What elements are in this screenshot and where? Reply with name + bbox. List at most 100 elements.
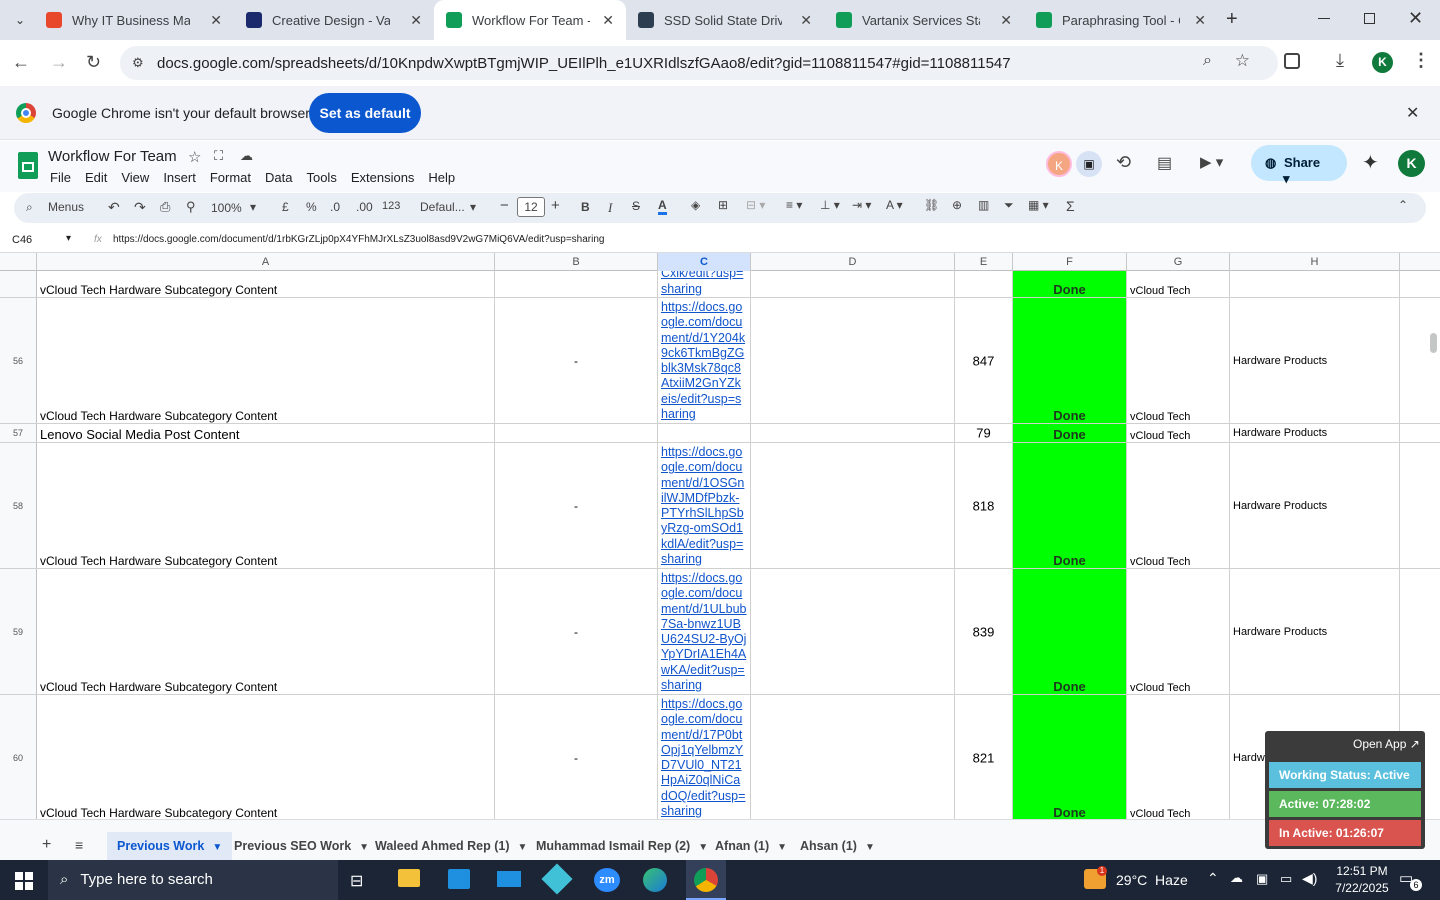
cell-b[interactable]: - <box>495 298 658 423</box>
version-history-icon[interactable]: ⟲ <box>1116 152 1131 173</box>
doc-link[interactable]: https://docs.google.com/document/d/1Y204… <box>658 298 750 422</box>
collapse-toolbar-icon[interactable]: ⌃ <box>1398 198 1408 212</box>
cell-b[interactable]: - <box>495 695 658 819</box>
cell-a[interactable]: vCloud Tech Hardware Subcategory Content <box>37 569 495 694</box>
tray-chevron-icon[interactable]: ⌃ <box>1207 870 1219 887</box>
chrome-taskbar-icon[interactable] <box>686 860 726 900</box>
comments-icon[interactable]: ▤ <box>1157 153 1172 173</box>
paint-format-icon[interactable]: ⚲ <box>186 199 196 215</box>
filter-icon[interactable]: ⏷ <box>1004 198 1014 213</box>
browser-tab[interactable]: SSD Solid State Drive Pr ✕ <box>626 0 824 40</box>
task-view-icon[interactable]: ⊟ <box>350 871 363 891</box>
sheet-tab[interactable]: Afnan (1) ▼ <box>705 832 797 862</box>
column-header-e[interactable]: E <box>955 253 1013 271</box>
sheet-tab-menu-icon[interactable]: ▼ <box>777 842 787 853</box>
cell-h[interactable]: Hardware Products <box>1230 298 1400 423</box>
reload-icon[interactable]: ↻ <box>86 52 101 73</box>
tab-search-icon[interactable]: ⌄ <box>10 10 30 30</box>
cell-c[interactable]: https://docs.google.com/document/d/1Y204… <box>658 298 751 423</box>
cell-g[interactable]: vCloud Tech <box>1127 443 1230 568</box>
align-horizontal-icon[interactable]: ≡ ▾ <box>786 198 802 212</box>
sheet-grid[interactable]: vCloud Tech Hardware Subcategory Content… <box>0 271 1440 819</box>
row-number[interactable]: 57 <box>0 424 37 442</box>
cell-g[interactable]: vCloud Tech <box>1127 298 1230 423</box>
cell-e[interactable]: 839 <box>955 569 1013 694</box>
cell-a[interactable]: Lenovo Social Media Post Content <box>37 424 495 442</box>
cell-e[interactable]: 818 <box>955 443 1013 568</box>
file-explorer-icon[interactable] <box>398 869 420 887</box>
sheet-tab[interactable]: Muhammad Ismail Rep (2) ▼ <box>526 832 718 862</box>
cell-c[interactable]: https://docs.google.com/document/d/1ULbu… <box>658 569 751 694</box>
cell-g[interactable]: vCloud Tech <box>1127 695 1230 819</box>
forward-icon[interactable]: → <box>50 52 68 73</box>
font-size-input[interactable]: 12 <box>517 197 545 217</box>
doc-link[interactable]: https://docs.google.com/document/d/1OSGn… <box>658 443 750 567</box>
column-header-h[interactable]: H <box>1230 253 1400 271</box>
column-header-a[interactable]: A <box>37 253 495 271</box>
browser-tab[interactable]: Paraphrasing Tool - Qui ✕ <box>1024 0 1218 40</box>
cell-d[interactable] <box>751 443 955 568</box>
strikethrough-icon[interactable]: S <box>632 199 640 213</box>
collaborator-avatar[interactable]: K <box>1046 151 1072 177</box>
sheet-tab[interactable]: Waleed Ahmed Rep (1) ▼ <box>365 832 537 862</box>
tab-close-icon[interactable]: ✕ <box>1000 12 1012 29</box>
taskbar-search[interactable]: ⌕ Type here to search <box>48 860 338 900</box>
meet-icon[interactable]: ▶ ▾ <box>1200 153 1223 171</box>
volume-icon[interactable]: ◀) <box>1302 870 1317 887</box>
name-box-dropdown-icon[interactable]: ▾ <box>66 233 71 244</box>
cell-f[interactable]: Done <box>1013 443 1127 568</box>
profile-avatar[interactable]: K <box>1372 52 1393 73</box>
name-box[interactable]: C46 <box>12 234 32 246</box>
menu-file[interactable]: File <box>50 170 71 185</box>
gemini-icon[interactable]: ✦ <box>1362 150 1379 175</box>
column-header-f[interactable]: F <box>1013 253 1127 271</box>
cell-g[interactable]: vCloud Tech <box>1127 424 1230 442</box>
extensions-icon[interactable] <box>1284 53 1300 69</box>
font-size-increase-icon[interactable]: + <box>551 197 560 214</box>
search-menus-icon[interactable]: ⌕ <box>26 200 33 215</box>
cell-b[interactable] <box>495 424 658 442</box>
maximize-icon[interactable] <box>1364 13 1375 24</box>
insert-chart-icon[interactable]: ▥ <box>978 198 989 212</box>
tray-app-icon[interactable]: ▣ <box>1256 871 1268 887</box>
formula-input[interactable]: https://docs.google.com/document/d/1rbKG… <box>113 234 604 245</box>
doc-link[interactable]: Cxlk/edit?usp=sharing <box>658 271 748 297</box>
fill-color-icon[interactable]: ◈ <box>691 198 700 212</box>
menu-edit[interactable]: Edit <box>85 170 107 185</box>
row-number[interactable]: 56 <box>0 298 37 423</box>
browser-tab[interactable]: Vartanix Services Stack ✕ <box>824 0 1024 40</box>
menu-tools[interactable]: Tools <box>306 170 336 185</box>
number-format-button[interactable]: 123 <box>382 200 400 212</box>
store-icon[interactable] <box>448 869 470 889</box>
menu-extensions[interactable]: Extensions <box>351 170 415 185</box>
cell-a[interactable]: vCloud Tech Hardware Subcategory Content <box>37 695 495 819</box>
cell-g[interactable]: vCloud Tech <box>1127 271 1230 297</box>
cell-a[interactable]: vCloud Tech Hardware Subcategory Content <box>37 443 495 568</box>
cell-e[interactable]: 847 <box>955 298 1013 423</box>
edge-icon[interactable] <box>643 868 667 892</box>
cell-d[interactable] <box>751 298 955 423</box>
site-info-icon[interactable]: ⚙ <box>132 55 144 71</box>
cloud-status-icon[interactable]: ☁ <box>240 148 253 164</box>
sheets-logo-icon[interactable] <box>18 152 38 179</box>
tab-close-icon[interactable]: ✕ <box>410 12 422 29</box>
mail-icon[interactable] <box>497 871 521 887</box>
cell-e[interactable]: 821 <box>955 695 1013 819</box>
currency-format-button[interactable]: £ <box>282 200 289 214</box>
sheet-tab-menu-icon[interactable]: ▼ <box>212 842 222 853</box>
download-icon[interactable]: ⤓ <box>1336 50 1344 71</box>
browser-tab[interactable]: Creative Design - Vartan ✕ <box>234 0 434 40</box>
cell-c[interactable] <box>658 424 751 442</box>
doc-link[interactable]: https://docs.google.com/document/d/17P0b… <box>658 695 750 819</box>
insert-link-icon[interactable]: ⛓ <box>924 198 939 212</box>
infobar-close-icon[interactable]: ✕ <box>1406 103 1419 123</box>
sheet-tab-menu-icon[interactable]: ▼ <box>865 842 875 853</box>
zoom-app-icon[interactable]: zm <box>594 868 620 892</box>
network-icon[interactable]: ▭ <box>1280 871 1292 887</box>
cell-c[interactable]: https://docs.google.com/document/d/17P0b… <box>658 695 751 819</box>
cell-d[interactable] <box>751 569 955 694</box>
cell-e[interactable] <box>955 271 1013 297</box>
search-menus-label[interactable]: Menus <box>48 200 84 214</box>
account-avatar[interactable]: K <box>1398 150 1425 177</box>
menu-view[interactable]: View <box>121 170 149 185</box>
